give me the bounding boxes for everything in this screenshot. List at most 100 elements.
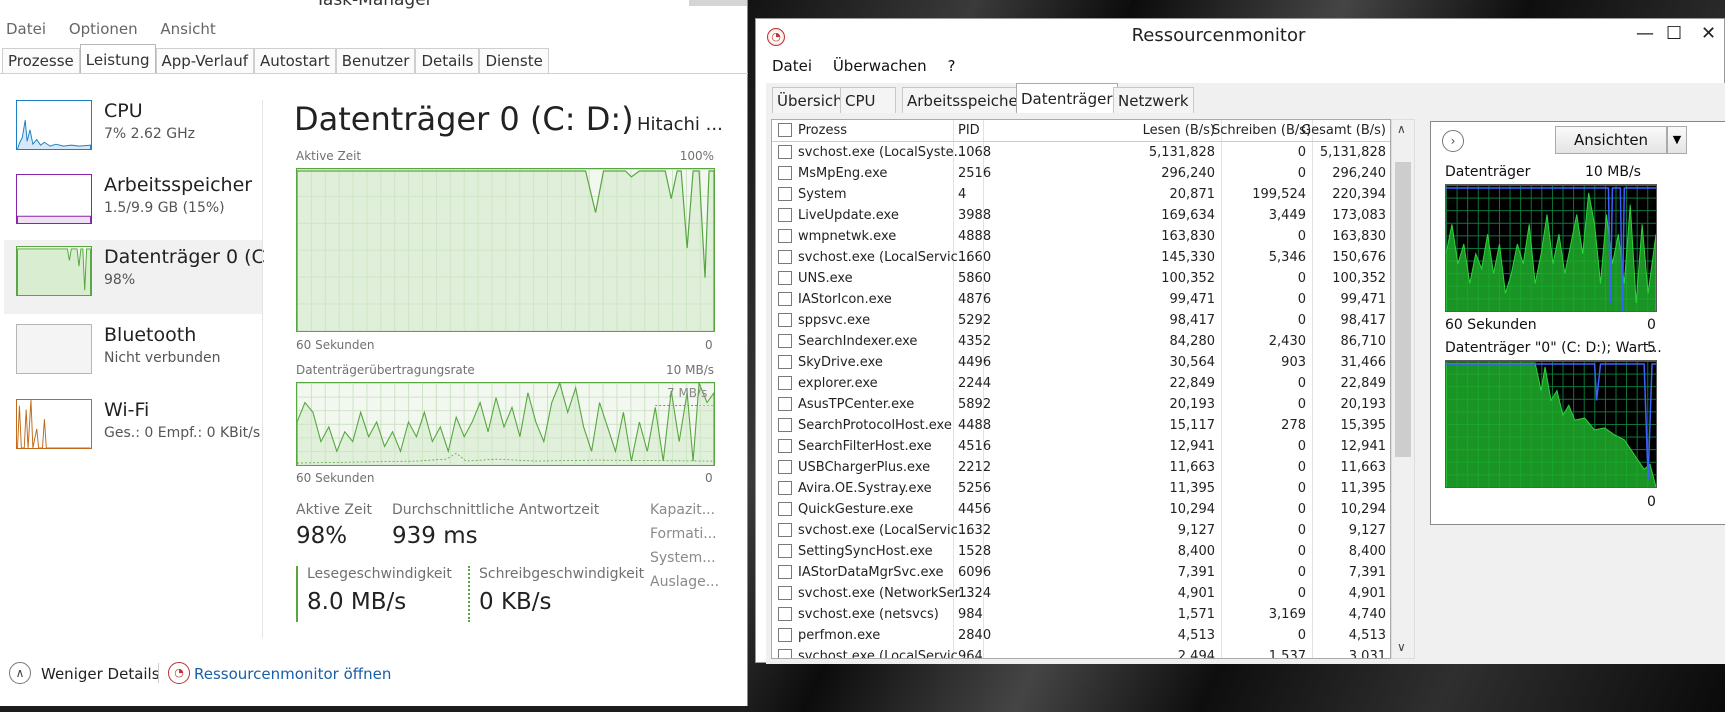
sidebar-value: 1.5/9.9 GB (15%) [104, 200, 225, 216]
views-button[interactable]: Ansichten [1555, 126, 1667, 154]
row-checkbox[interactable] [778, 355, 792, 369]
table-row[interactable]: explorer.exe 2244 22,849 0 22,849 [772, 373, 1390, 394]
cell-pid: 2516 [958, 166, 992, 181]
row-checkbox[interactable] [778, 292, 792, 306]
table-row[interactable]: svchost.exe (LocalServic... 964 2,494 1,537… [772, 646, 1390, 658]
row-checkbox[interactable] [778, 649, 792, 658]
row-checkbox[interactable] [778, 376, 792, 390]
tab-cpu[interactable]: CPU [840, 87, 896, 113]
tab-netzwerk[interactable]: Netzwerk [1113, 87, 1194, 113]
row-checkbox[interactable] [778, 544, 792, 558]
row-checkbox[interactable] [778, 481, 792, 495]
sidebar-item-memory[interactable]: Arbeitsspeicher 1.5/9.9 GB (15%) [4, 168, 262, 242]
maximize-icon[interactable]: ☐ [1666, 23, 1682, 44]
menu-datei[interactable]: Datei [772, 57, 812, 75]
row-checkbox[interactable] [778, 145, 792, 159]
table-row[interactable]: IAStorDataMgrSvc.exe 6096 7,391 0 7,391 [772, 562, 1390, 583]
table-row[interactable]: svchost.exe (LocalServic... 1632 9,127 0 9,1… [772, 520, 1390, 541]
table-row[interactable]: perfmon.exe 2840 4,513 0 4,513 [772, 625, 1390, 646]
row-checkbox[interactable] [778, 229, 792, 243]
table-row[interactable]: SearchFilterHost.exe 4516 12,941 0 12,941 [772, 436, 1390, 457]
column-header-pid[interactable]: PID [958, 123, 980, 138]
tab-prozesse[interactable]: Prozesse [2, 48, 80, 74]
table-row[interactable]: SearchIndexer.exe 4352 84,280 2,430 86,710 [772, 331, 1390, 352]
chevron-down-icon[interactable]: ▼ [1667, 126, 1687, 154]
row-checkbox[interactable] [778, 565, 792, 579]
row-checkbox[interactable] [778, 250, 792, 264]
row-checkbox[interactable] [778, 607, 792, 621]
table-row[interactable]: UNS.exe 5860 100,352 0 100,352 [772, 268, 1390, 289]
table-row[interactable]: wmpnetwk.exe 4888 163,830 0 163,830 [772, 226, 1390, 247]
table-row[interactable]: sppsvc.exe 5292 98,417 0 98,417 [772, 310, 1390, 331]
row-checkbox[interactable] [778, 271, 792, 285]
tab-dienste[interactable]: Dienste [479, 48, 549, 74]
minimize-icon[interactable]: — [1636, 23, 1654, 44]
menu-datei[interactable]: Datei [6, 20, 46, 38]
cell-process-name: perfmon.exe [798, 628, 881, 643]
row-checkbox[interactable] [778, 418, 792, 432]
table-row[interactable]: MsMpEng.exe 2516 296,240 0 296,240 [772, 163, 1390, 184]
menu-optionen[interactable]: Optionen [69, 20, 138, 38]
vertical-scrollbar[interactable]: ∧ ∨ [1391, 119, 1415, 659]
menu-help[interactable]: ? [947, 57, 955, 75]
tab-datentraeger[interactable]: Datenträger [1016, 83, 1118, 114]
table-row[interactable]: svchost.exe (LocalServic... 1660 145,330 5,… [772, 247, 1390, 268]
column-header-prozess[interactable]: Prozess [798, 123, 847, 138]
row-checkbox[interactable] [778, 586, 792, 600]
scroll-up-icon[interactable]: ∧ [1397, 122, 1406, 136]
row-checkbox[interactable] [778, 166, 792, 180]
menu-ueberwachen[interactable]: Überwachen [833, 57, 927, 75]
cell-process-name: sppsvc.exe [798, 313, 871, 328]
table-row[interactable]: SearchProtocolHost.exe 4488 15,117 278 15,39… [772, 415, 1390, 436]
scrollbar-thumb[interactable] [1395, 162, 1411, 457]
column-header-lesen[interactable]: Lesen (B/s) [1122, 123, 1215, 138]
row-checkbox[interactable] [778, 460, 792, 474]
sidebar-item-disk[interactable]: Datenträger 0 (C: D:) 98% [4, 240, 264, 314]
tab-app-verlauf[interactable]: App-Verlauf [155, 48, 254, 74]
sidebar-item-bluetooth[interactable]: Bluetooth Nicht verbunden [4, 318, 262, 392]
row-checkbox[interactable] [778, 523, 792, 537]
tab-benutzer[interactable]: Benutzer [335, 48, 416, 74]
cell-pid: 3988 [958, 208, 992, 223]
cell-process-name: MsMpEng.exe [798, 166, 888, 181]
close-icon[interactable]: ✕ [1701, 23, 1716, 44]
table-row[interactable]: QuickGesture.exe 4456 10,294 0 10,294 [772, 499, 1390, 520]
menu-ansicht[interactable]: Ansicht [160, 20, 215, 38]
row-checkbox[interactable] [778, 208, 792, 222]
disk-activity-graph [1445, 184, 1657, 312]
row-checkbox[interactable] [778, 187, 792, 201]
collapse-panel-icon[interactable]: › [1442, 130, 1464, 152]
table-row[interactable]: Avira.OE.Systray.exe 5256 11,395 0 11,395 [772, 478, 1390, 499]
row-checkbox[interactable] [778, 502, 792, 516]
row-checkbox[interactable] [778, 628, 792, 642]
chevron-up-icon[interactable]: ∧ [9, 662, 31, 684]
sidebar-item-cpu[interactable]: CPU 7% 2.62 GHz [4, 94, 262, 168]
fewer-details-link[interactable]: Weniger Details [41, 665, 160, 683]
write-speed-label: Schreibgeschwindigkeit [479, 566, 645, 582]
tab-arbeitsspeicher[interactable]: Arbeitsspeicher [902, 87, 1029, 113]
table-row[interactable]: svchost.exe (netsvcs) 984 1,571 3,169 4,740 [772, 604, 1390, 625]
column-header-gesamt[interactable]: Gesamt (B/s) [1292, 123, 1386, 138]
table-row[interactable]: svchost.exe (LocalSyste... 1068 5,131,828 0… [772, 142, 1390, 163]
table-row[interactable]: System 4 20,871 199,524 220,394 [772, 184, 1390, 205]
table-row[interactable]: USBChargerPlus.exe 2212 11,663 0 11,663 [772, 457, 1390, 478]
row-checkbox[interactable] [778, 334, 792, 348]
table-row[interactable]: LiveUpdate.exe 3988 169,634 3,449 173,083 [772, 205, 1390, 226]
close-button[interactable] [689, 0, 747, 6]
select-all-checkbox[interactable] [778, 123, 792, 137]
table-row[interactable]: svchost.exe (NetworkSer... 1324 4,901 0 4,90… [772, 583, 1390, 604]
table-row[interactable]: IAStorIcon.exe 4876 99,471 0 99,471 [772, 289, 1390, 310]
table-row[interactable]: SettingSyncHost.exe 1528 8,400 0 8,400 [772, 541, 1390, 562]
disk-queue-graph [1445, 360, 1657, 488]
row-checkbox[interactable] [778, 397, 792, 411]
tab-autostart[interactable]: Autostart [253, 48, 336, 74]
table-row[interactable]: SkyDrive.exe 4496 30,564 903 31,466 [772, 352, 1390, 373]
table-row[interactable]: AsusTPCenter.exe 5892 20,193 0 20,193 [772, 394, 1390, 415]
row-checkbox[interactable] [778, 313, 792, 327]
tab-leistung[interactable]: Leistung [79, 44, 156, 74]
scroll-down-icon[interactable]: ∨ [1397, 640, 1406, 654]
row-checkbox[interactable] [778, 439, 792, 453]
open-resource-monitor-link[interactable]: Ressourcenmonitor öffnen [194, 665, 391, 683]
sidebar-item-wifi[interactable]: Wi-Fi Ges.: 0 Empf.: 0 KBit/s [4, 393, 262, 467]
tab-details[interactable]: Details [415, 48, 480, 74]
